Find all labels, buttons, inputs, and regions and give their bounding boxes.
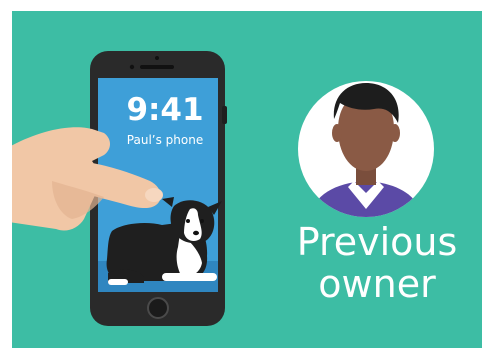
- dog-back-paw: [108, 279, 128, 285]
- dog-eye-right: [200, 219, 204, 223]
- caption-line-1: Previous: [296, 220, 458, 264]
- image-frame: 9:41 Paul’s phone Previous owner: [0, 0, 492, 358]
- dog-nose: [193, 230, 199, 236]
- avatar-ear-left: [332, 124, 342, 142]
- hand-thumbnail: [145, 188, 163, 202]
- caption-previous-owner: Previous owner: [267, 221, 482, 305]
- phone-speaker: [140, 65, 174, 69]
- phone-camera: [155, 56, 159, 60]
- lock-screen-device-name: Paul’s phone: [126, 133, 204, 147]
- dog-eye-left: [186, 219, 190, 223]
- lock-screen-time: 9:41: [126, 92, 204, 128]
- phone-side-button: [222, 106, 227, 124]
- teal-background: 9:41 Paul’s phone Previous owner: [12, 11, 482, 348]
- caption-line-2: owner: [318, 262, 436, 306]
- home-button-icon: [147, 297, 169, 319]
- phone-sensor: [129, 64, 135, 70]
- dog-paws: [162, 273, 217, 281]
- person-avatar-icon: [298, 81, 434, 217]
- avatar-ear-right: [390, 124, 400, 142]
